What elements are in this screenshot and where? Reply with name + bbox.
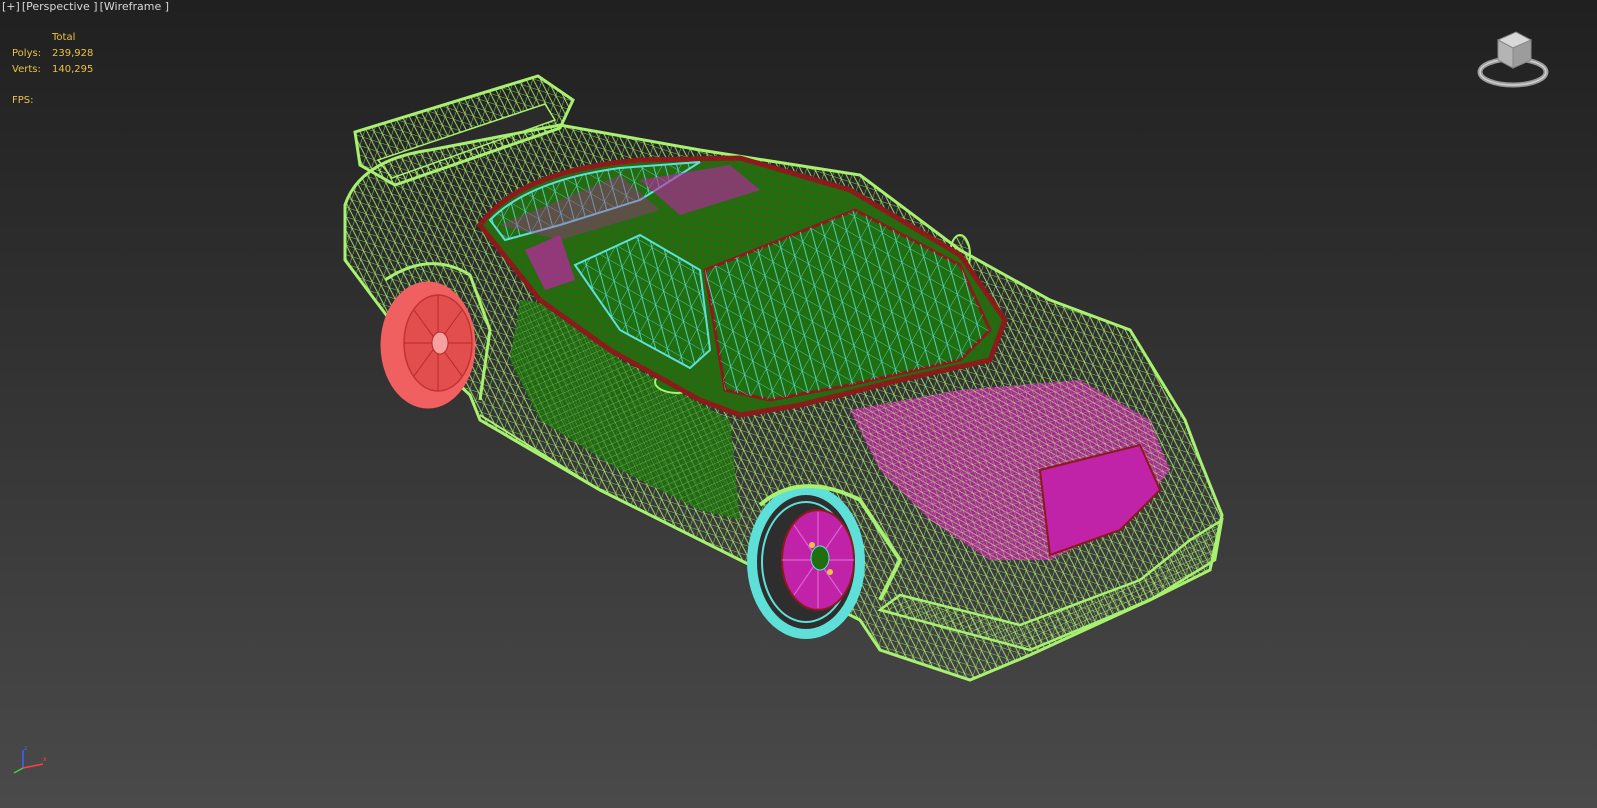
rear-wheel xyxy=(380,281,476,409)
axis-x-label: x xyxy=(43,756,47,763)
perspective-viewport[interactable]: [+] [Perspective ] [Wireframe ] Total Po… xyxy=(0,0,1597,808)
axis-gizmo-icon: z x xyxy=(13,746,47,774)
viewcube-icon[interactable] xyxy=(1476,24,1550,90)
wireframe-car-model[interactable] xyxy=(0,0,1597,808)
axis-z-label: z xyxy=(24,746,27,752)
